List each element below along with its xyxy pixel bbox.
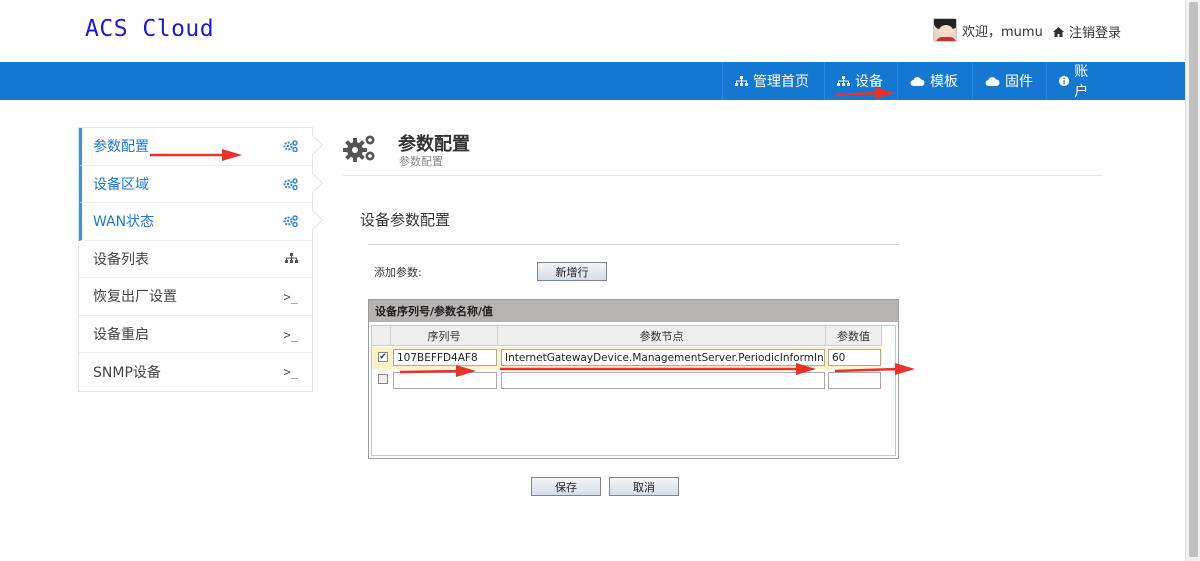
grid-header-node[interactable]: 参数节点 [498,326,826,346]
terminal-icon: >_ [283,290,298,304]
nav-item-firmware[interactable]: 固件 [972,62,1046,100]
section-divider [368,244,899,245]
welcome-text: 欢迎，mumu [962,24,1043,40]
sidebar-item-label: 设备列表 [93,251,149,268]
home-icon [1053,26,1064,37]
scrollbar-thumb[interactable] [1189,2,1198,557]
page-scrollbar[interactable] [1185,0,1200,561]
nav-label: 固件 [1005,74,1033,90]
gears-icon [283,140,298,155]
node-input[interactable]: InternetGatewayDevice.ManagementServer.P… [501,349,825,366]
serial-input[interactable] [393,372,497,389]
nav-label: 管理首页 [753,74,809,90]
nav-label: 设备 [855,74,883,90]
avatar [933,18,957,42]
logout-link[interactable]: 注销登录 [1053,22,1121,41]
value-input[interactable]: 60 [828,349,881,366]
nav-item-template[interactable]: 模板 [897,62,972,100]
sidebar-item-label: SNMP设备 [93,364,161,381]
cloud-icon [910,77,925,86]
param-grid: 设备序列号/参数名称/值 序列号 参数节点 参数值 ✔ 107BEFFD4AF8… [368,299,899,459]
row-checkbox[interactable] [378,374,388,384]
app-logo[interactable]: ACS Cloud [85,16,214,42]
value-input[interactable] [828,372,881,389]
info-icon [1059,75,1070,87]
section-title: 设备参数配置 [360,211,451,229]
grid-table: 序列号 参数节点 参数值 ✔ 107BEFFD4AF8 InternetGate… [371,325,896,456]
main-navbar: 管理首页 设备 模板 固件 账户 [0,62,1185,100]
gears-icon [283,177,298,193]
cloud-icon [985,77,1000,86]
sidebar-item-factory-reset[interactable]: 恢复出厂设置 >_ [79,278,312,316]
page-subtitle: 参数配置 [399,155,443,168]
sidebar-item-label: WAN状态 [93,214,155,231]
sitemap-icon [285,252,298,267]
grid-header-value[interactable]: 参数值 [826,326,882,346]
sidebar: 参数配置 设备区域 WAN状态 设备列表 恢复出厂设置 >_ 设备重启 >_ S… [78,127,323,392]
grid-header-checkbox [372,326,391,346]
sidebar-item-device-list[interactable]: 设备列表 [79,241,312,278]
nav-item-account[interactable]: 账户 [1046,62,1110,100]
save-button[interactable]: 保存 [531,477,601,496]
serial-input[interactable]: 107BEFFD4AF8 [393,349,497,366]
gears-icon [283,215,298,230]
row-checkbox[interactable]: ✔ [378,352,388,362]
terminal-icon: >_ [283,365,298,379]
grid-header-serial[interactable]: 序列号 [391,326,498,346]
sidebar-item-label: 设备区域 [93,176,149,193]
nav-item-home[interactable]: 管理首页 [722,62,824,100]
nav-label: 模板 [930,74,958,90]
sidebar-item-device-reboot[interactable]: 设备重启 >_ [79,316,312,353]
add-row-button[interactable]: 新增行 [537,262,607,281]
sitemap-icon [837,75,850,86]
logout-label: 注销登录 [1069,26,1122,41]
cancel-button[interactable]: 取消 [609,477,679,496]
sidebar-item-label: 参数配置 [93,139,149,156]
gears-icon [343,135,375,162]
sidebar-item-label: 恢复出厂设置 [93,289,177,306]
grid-title: 设备序列号/参数名称/值 [369,300,898,322]
nav-menu: 管理首页 设备 模板 固件 账户 [722,62,1110,100]
nav-label: 账户 [1074,64,1089,100]
sidebar-item-param-config[interactable]: 参数配置 [79,128,323,166]
nav-item-device[interactable]: 设备 [824,62,897,100]
sidebar-item-snmp-device[interactable]: SNMP设备 >_ [79,353,312,391]
sitemap-icon [735,75,748,86]
header: ACS Cloud 欢迎，mumu 注销登录 [0,0,1185,62]
page-header: 参数配置 参数配置 [343,128,1103,176]
add-param-label: 添加参数: [374,266,422,279]
sidebar-item-device-area[interactable]: 设备区域 [79,165,323,203]
sidebar-item-wan-status[interactable]: WAN状态 [79,203,323,241]
node-input[interactable] [501,372,825,389]
sidebar-item-label: 设备重启 [93,326,149,343]
terminal-icon: >_ [283,327,298,342]
user-area: 欢迎，mumu [933,18,1043,42]
